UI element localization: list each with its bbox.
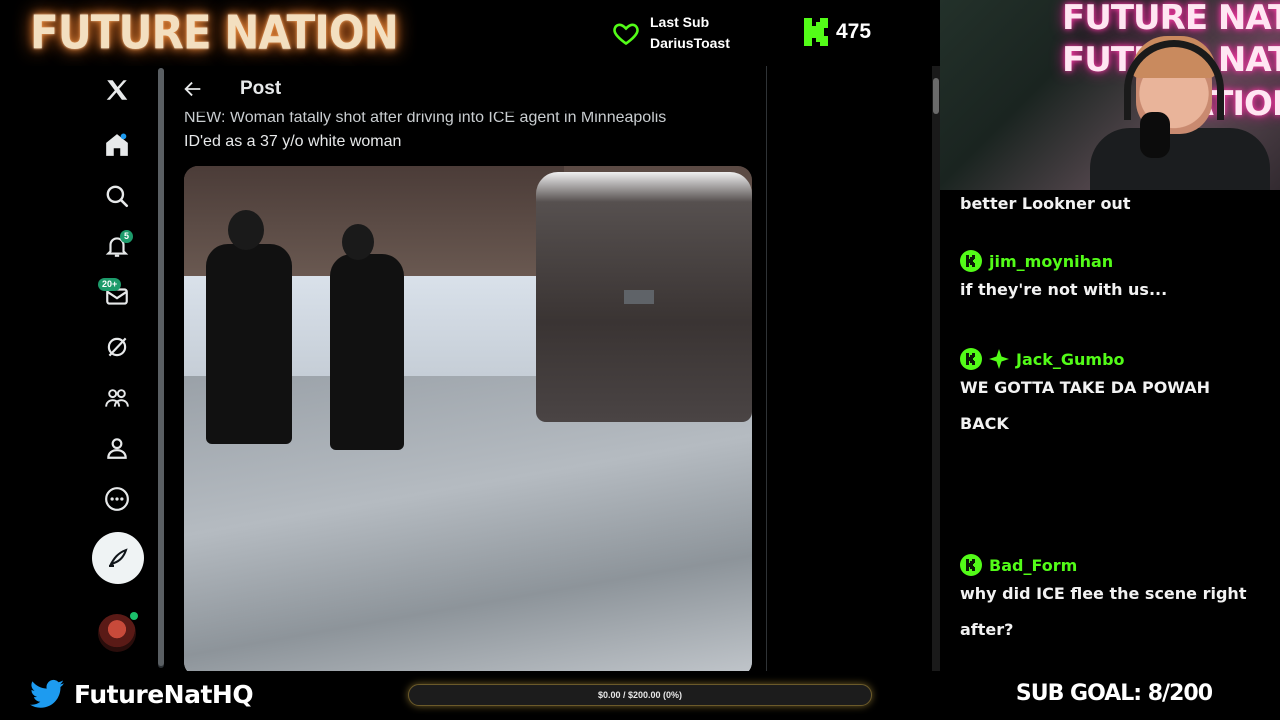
chat-message-text: better Lookner out (960, 194, 1131, 213)
online-indicator (130, 612, 138, 620)
scrollbar-thumb[interactable] (158, 68, 164, 666)
chat-username[interactable]: jim_moynihan (989, 252, 1113, 271)
handle-text: FutureNatHQ (74, 679, 254, 709)
last-sub-name: DariusToast (650, 35, 730, 51)
chat-message: Jack_Gumbo WE GOTTA TAKE DA POWAH BACK (960, 348, 1260, 442)
post-video[interactable] (184, 166, 752, 671)
social-handle: FutureNatHQ (30, 679, 254, 709)
donation-goal-bar: $0.00 / $200.00 (0%) (408, 684, 872, 706)
page-scrollbar[interactable] (932, 66, 940, 671)
chat-username[interactable]: Bad_Form (989, 556, 1077, 575)
post-header: Post (166, 66, 766, 112)
nav-communities-button[interactable] (90, 376, 144, 420)
search-icon (106, 185, 129, 208)
last-sub-label: Last Sub (650, 14, 710, 30)
post-text-line: ID'ed as a 37 y/o white woman (184, 133, 402, 150)
page-title: Post (240, 78, 282, 99)
chat-message-text: after? (960, 620, 1014, 639)
chat-message: Bad_Form why did ICE flee the scene righ… (960, 554, 1260, 648)
video-officer-head (228, 210, 264, 250)
communities-icon (105, 389, 129, 407)
last-sub-widget: Last Sub DariusToast (612, 12, 730, 54)
stream-bottom-bar: FutureNatHQ $0.00 / $200.00 (0%) SUB GOA… (0, 671, 1280, 720)
stream-chat: better Lookner out jim_moynihan if they'… (940, 190, 1280, 671)
kick-follower-count: 475 (804, 18, 871, 46)
video-officer (330, 254, 404, 450)
quill-icon (109, 548, 128, 567)
scrollbar-thumb[interactable] (933, 78, 939, 114)
stream-top-bar: FUTURE NATION Last Sub DariusToast 475 (0, 0, 940, 66)
account-avatar[interactable] (98, 612, 138, 652)
chat-message-text: why did ICE flee the scene right (960, 584, 1247, 603)
chat-message-text: WE GOTTA TAKE DA POWAH (960, 378, 1211, 397)
more-icon (105, 487, 129, 511)
profile-icon (107, 438, 127, 459)
sub-goal-counter: SUB GOAL: 8/200 (1015, 681, 1213, 706)
heart-icon (613, 23, 639, 46)
video-license-plate (624, 290, 654, 304)
back-arrow-icon[interactable] (182, 78, 204, 100)
follower-count: 475 (836, 20, 872, 43)
neon-sign: FUTURE NATION (1062, 0, 1280, 38)
x-logo-button[interactable] (90, 68, 144, 112)
chat-message-text: BACK (960, 414, 1009, 433)
nav-grok-button[interactable] (90, 325, 144, 369)
nav-home-button[interactable] (90, 123, 144, 167)
nav-messages-button[interactable]: 20+ (90, 274, 144, 318)
nav-explore-button[interactable] (90, 174, 144, 218)
nav-notifications-button[interactable]: 5 (90, 224, 144, 268)
goal-progress-label: $0.00 / $200.00 (0%) (597, 690, 683, 700)
microphone (1140, 112, 1170, 158)
video-officer-head (342, 224, 374, 260)
nav-profile-button[interactable] (90, 426, 144, 470)
brand-logo: FUTURE NATION (30, 5, 399, 60)
home-icon (106, 133, 128, 156)
kick-badge-icon (960, 250, 982, 272)
x-logo-icon (106, 80, 128, 100)
chat-message: better Lookner out (960, 190, 1260, 222)
kick-logo-icon (804, 18, 828, 46)
webcam-feed: FUTURE NATION FUTURE NATION NATION (940, 0, 1280, 190)
video-suv (536, 172, 752, 422)
grok-icon (107, 337, 127, 357)
sidebar-scrollbar[interactable] (158, 68, 164, 668)
compose-post-button[interactable] (92, 532, 144, 584)
notifications-badge: 5 (120, 230, 134, 243)
post-text: NEW: Woman fatally shot after driving in… (184, 106, 744, 154)
sparkle-badge-icon (989, 349, 1009, 369)
streamer-shirt (1090, 128, 1270, 190)
chat-message: jim_moynihan if they're not with us... (960, 250, 1260, 308)
video-officer (206, 244, 292, 444)
messages-badge: 20+ (98, 278, 122, 291)
kick-badge-icon (960, 554, 982, 576)
twitter-bird-icon (30, 679, 64, 708)
x-app-window: 5 20+ Post NEW: Woman fatally shot after… (0, 66, 940, 671)
chat-username[interactable]: Jack_Gumbo (1016, 350, 1125, 369)
kick-badge-icon (960, 348, 982, 370)
nav-more-button[interactable] (90, 477, 144, 521)
chat-message-text: if they're not with us... (960, 280, 1168, 299)
post-detail-column: Post NEW: Woman fatally shot after drivi… (166, 66, 767, 671)
